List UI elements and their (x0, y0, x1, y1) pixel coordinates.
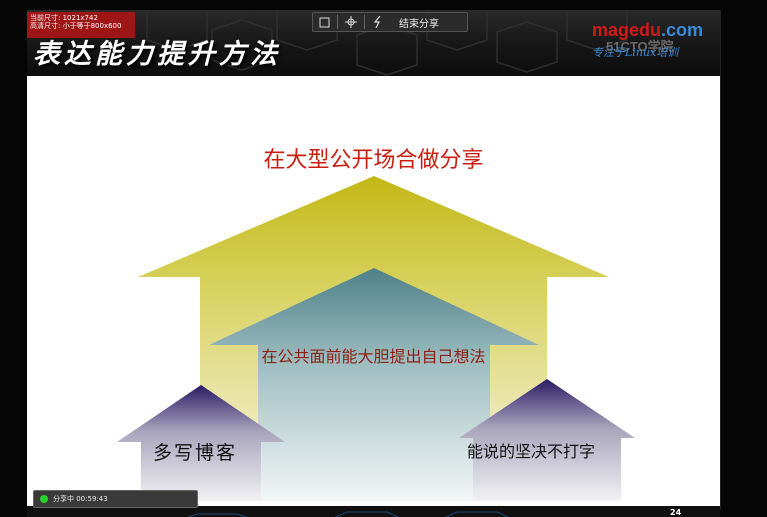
logo-subtitle: 专注于Linux培训 (592, 46, 679, 59)
lightning-pen-icon[interactable] (367, 13, 389, 31)
move-cross-icon[interactable] (340, 13, 362, 31)
left-arrow-label: 多写博客 (153, 442, 238, 464)
right-arrow-label: 能说的坚决不打字 (467, 442, 596, 461)
middle-arrow-label: 在公共面前能大胆提出自己想法 (261, 347, 486, 366)
size-info-line: 当前尺寸: 1021x742 (30, 14, 98, 22)
slide-canvas: 在大型公开场合做分享 在公共面前能大胆提出自己想法 多写博客 能说的坚决不打字 (27, 76, 720, 506)
top-arrow-label: 在大型公开场合做分享 (263, 148, 484, 173)
size-info-line: 高清尺寸: 小于等于800x600 (30, 22, 122, 30)
sharing-status-bar[interactable]: 分享中 00:59:43 (33, 490, 198, 508)
toolbar-divider (364, 15, 365, 29)
square-select-icon[interactable] (313, 13, 335, 31)
page-number: 24 (670, 508, 682, 517)
size-info-overlay: 当前尺寸: 1021x742 高清尺寸: 小于等于800x600 (27, 12, 135, 38)
arrow-diagram (117, 176, 635, 501)
sharing-status-text: 分享中 00:59:43 (53, 495, 108, 503)
right-edge-line (720, 10, 721, 510)
end-share-button[interactable]: 结束分享 (399, 15, 439, 30)
footer-pattern (186, 511, 510, 517)
toolbar-divider (337, 15, 338, 29)
share-toolbar: 结束分享 (312, 12, 468, 32)
live-dot-icon (40, 495, 48, 503)
